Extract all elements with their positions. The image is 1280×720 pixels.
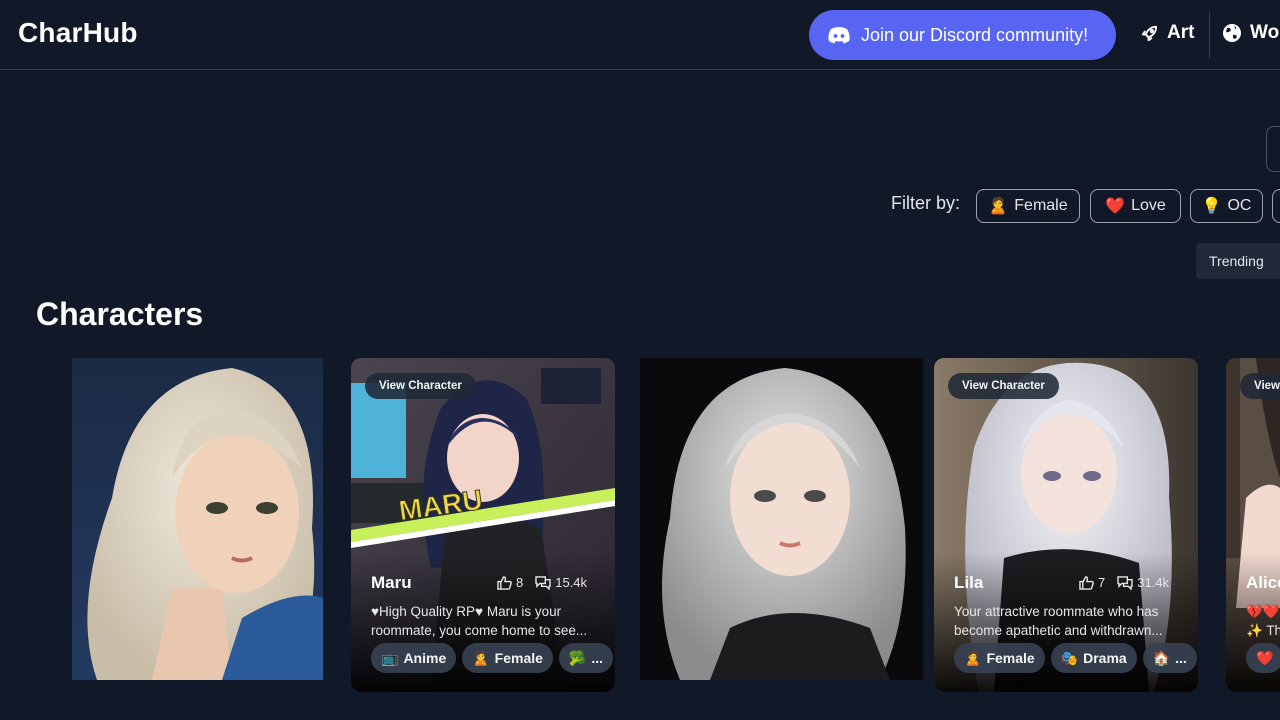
- house-emoji-icon: 🏠: [1152, 649, 1171, 666]
- tag-drama[interactable]: 🎭 Drama: [1050, 643, 1137, 673]
- tv-emoji-icon: 📺: [381, 649, 399, 666]
- chat-icon: [535, 575, 551, 590]
- nav-world-label: Wo: [1250, 22, 1280, 43]
- filter-label: Filter by:: [891, 193, 961, 213]
- character-card[interactable]: View Alice 💔❤️ ✨ Th ❤️: [1226, 358, 1280, 692]
- filter-chip-more[interactable]: [1272, 189, 1280, 223]
- tag-label: ...: [591, 650, 604, 666]
- globe-icon: [1223, 24, 1241, 42]
- nav-art-label: Art: [1167, 22, 1195, 43]
- description-line: roommate, you come home to see...: [371, 623, 588, 638]
- character-card[interactable]: MARU View Character Maru 8 15.4k ♥High Q…: [351, 358, 615, 692]
- filter-chip-oc[interactable]: 💡 OC: [1190, 189, 1263, 223]
- tag-label: Anime: [403, 650, 447, 666]
- tag-love[interactable]: ❤️: [1246, 643, 1280, 673]
- section-title: Characters: [36, 296, 204, 332]
- character-stats: 8 15.4k: [497, 575, 587, 590]
- character-portrait-image: [72, 358, 323, 680]
- view-character-button[interactable]: View Character: [948, 373, 1059, 399]
- filter-chip-label: OC: [1227, 197, 1252, 214]
- character-description: 💔❤️ ✨ Th: [1246, 602, 1280, 640]
- character-card[interactable]: [640, 358, 923, 680]
- likes-count: 7: [1098, 575, 1106, 590]
- description-line: ✨ Th: [1246, 623, 1280, 638]
- broccoli-emoji-icon: 🥦: [568, 649, 587, 666]
- view-character-button[interactable]: View: [1240, 373, 1280, 399]
- view-character-button[interactable]: View Character: [365, 373, 476, 399]
- tag-label: Female: [494, 650, 543, 666]
- character-card[interactable]: View Character Lila 7 31.4k Your attract…: [934, 358, 1198, 692]
- discord-join-button[interactable]: Join our Discord community!: [809, 10, 1116, 60]
- tag-more[interactable]: 🥦...: [558, 643, 614, 673]
- tag-list: ❤️: [1246, 643, 1280, 673]
- tag-label: Female: [986, 650, 1035, 666]
- site-logo[interactable]: CharHub: [18, 17, 138, 49]
- tag-anime[interactable]: 📺 Anime: [371, 643, 457, 673]
- tag-label: ...: [1175, 650, 1187, 666]
- thumbs-up-icon: [1079, 575, 1094, 590]
- character-name: Lila: [954, 573, 984, 592]
- nav-divider: [1209, 12, 1210, 58]
- tag-label: Drama: [1083, 650, 1127, 666]
- discord-icon: [828, 27, 850, 44]
- nav-world[interactable]: Wo: [1222, 22, 1279, 44]
- character-name: Alice: [1246, 573, 1280, 592]
- tag-female[interactable]: 🙎 Female: [462, 643, 553, 673]
- female-emoji-icon: 🙎: [472, 649, 490, 666]
- tag-list: 📺 Anime 🙎 Female 🥦...: [371, 643, 614, 673]
- female-emoji-icon: 🙎: [964, 649, 982, 666]
- chat-icon: [1117, 575, 1133, 590]
- character-description: Your attractive roommate who has become …: [954, 602, 1182, 640]
- tag-list: 🙎 Female 🎭 Drama 🏠...: [954, 643, 1197, 673]
- description-line: 💔❤️: [1246, 604, 1280, 619]
- lightbulb-emoji-icon: 💡: [1201, 198, 1222, 215]
- tag-more[interactable]: 🏠...: [1142, 643, 1197, 673]
- filter-chip-label: Love: [1131, 197, 1166, 214]
- character-portrait-image: [640, 358, 923, 680]
- sort-trending-option[interactable]: Trending: [1196, 243, 1280, 279]
- thumbs-up-icon: [497, 575, 512, 590]
- chats-count: 15.4k: [555, 575, 588, 590]
- filter-chip-love[interactable]: ❤️ Love: [1090, 189, 1181, 223]
- site-header: CharHub Join our Discord community! Art …: [0, 0, 1280, 70]
- heart-emoji-icon: ❤️: [1105, 198, 1126, 215]
- character-card[interactable]: [72, 358, 323, 680]
- character-stats: 7 31.4k: [1079, 575, 1169, 590]
- search-box-partial[interactable]: [1266, 126, 1280, 172]
- description-line: become apathetic and withdrawn...: [954, 623, 1163, 638]
- description-line: Your attractive roommate who has: [954, 604, 1159, 619]
- chats-count: 31.4k: [1137, 575, 1170, 590]
- rocket-icon: [1141, 25, 1158, 41]
- description-line: ♥High Quality RP♥ Maru is your: [371, 604, 562, 619]
- discord-join-label: Join our Discord community!: [861, 24, 1089, 45]
- tag-female[interactable]: 🙎 Female: [954, 643, 1045, 673]
- likes-count: 8: [516, 575, 524, 590]
- theater-masks-emoji-icon: 🎭: [1060, 649, 1079, 666]
- heart-emoji-icon: ❤️: [1256, 649, 1274, 666]
- nav-art[interactable]: Art: [1140, 22, 1194, 44]
- female-emoji-icon: 🙎: [988, 198, 1009, 215]
- filter-chip-female[interactable]: 🙎 Female: [976, 189, 1080, 223]
- character-description: ♥High Quality RP♥ Maru is your roommate,…: [371, 602, 599, 640]
- character-name: Maru: [371, 573, 412, 592]
- filter-chip-label: Female: [1014, 197, 1068, 214]
